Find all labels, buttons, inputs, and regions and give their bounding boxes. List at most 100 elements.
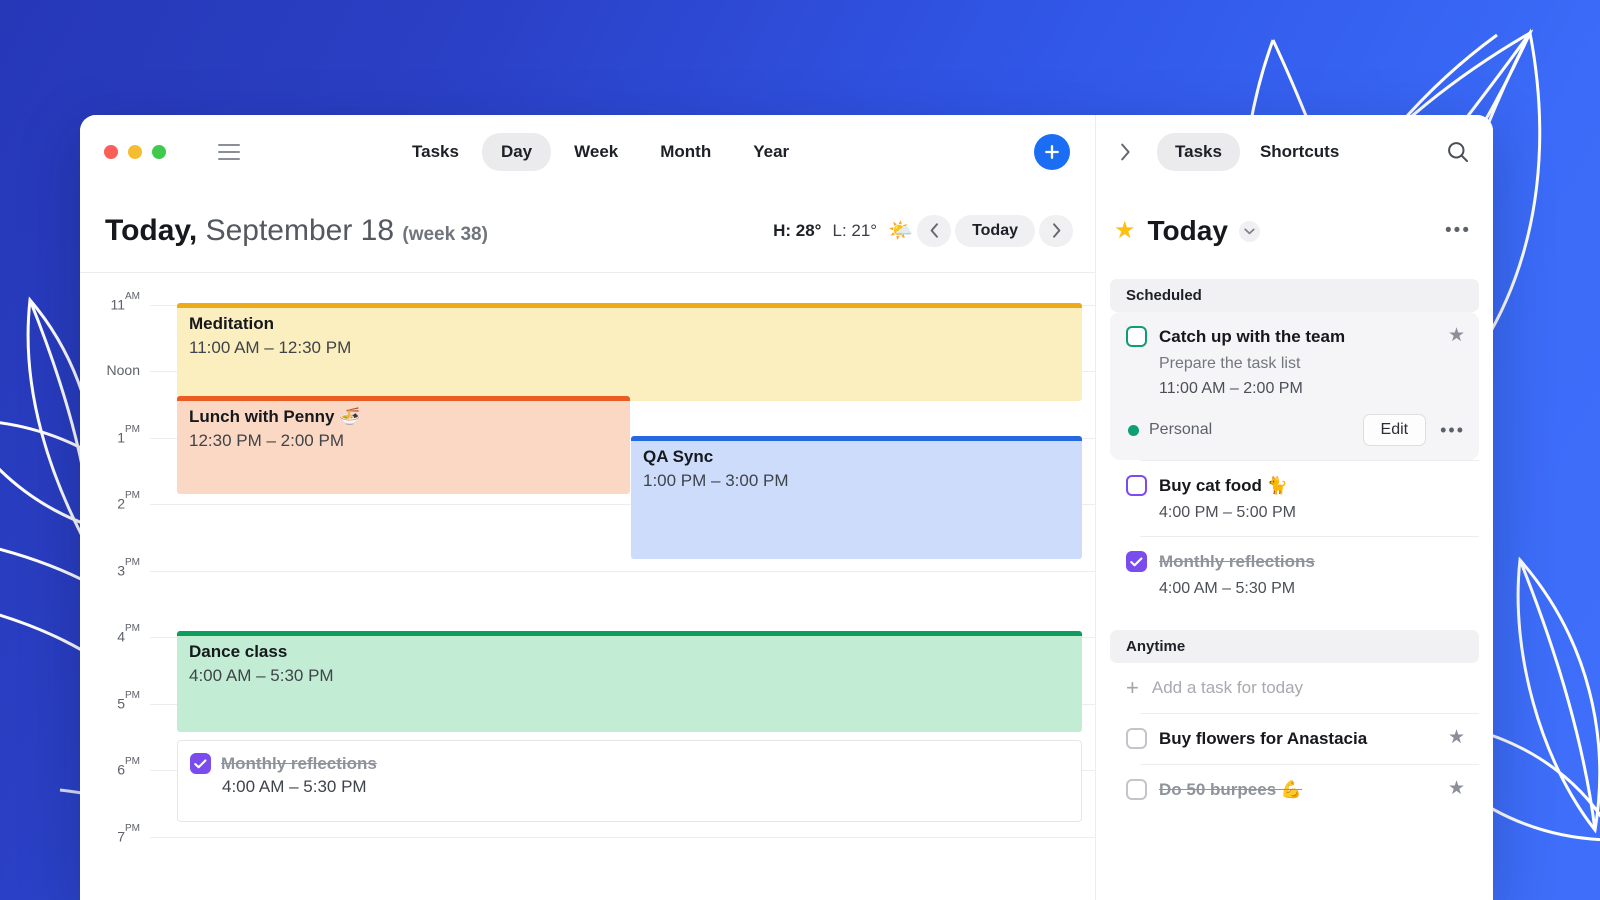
task-title: Buy cat food 🐈 (1159, 476, 1288, 496)
hour-gridline (150, 571, 1095, 572)
chevron-right-icon (1052, 223, 1060, 238)
tab-year[interactable]: Year (734, 133, 808, 171)
plus-icon (1045, 145, 1059, 159)
minimize-window-button[interactable] (128, 145, 142, 159)
hour-gridline (150, 837, 1095, 838)
chevron-down-glyph (1244, 228, 1255, 234)
chevron-right-icon (1121, 143, 1130, 161)
event-title: Dance class (189, 642, 288, 661)
task-title: Monthly reflections (1159, 552, 1315, 572)
task-checkbox[interactable] (1126, 326, 1147, 347)
task-list-item[interactable]: Buy cat food 🐈 4:00 PM – 5:00 PM (1110, 461, 1479, 536)
task-checkbox[interactable] (190, 753, 211, 774)
calendar-pane: Tasks Day Week Month Year Today, Septemb… (80, 115, 1095, 900)
hour-label: 2PM (117, 489, 140, 512)
date-header-row: Today, September 18 (week 38) H: 28° L: … (80, 189, 1095, 273)
hour-label: 6PM (117, 755, 140, 778)
star-toggle[interactable]: ★ (1448, 326, 1465, 345)
tasks-panel-toolbar: Tasks Shortcuts (1096, 115, 1493, 189)
star-toggle[interactable]: ★ (1448, 728, 1465, 747)
calendar-event[interactable]: Dance class 4:00 AM – 5:30 PM (177, 631, 1082, 732)
task-options-menu[interactable]: ••• (1440, 421, 1465, 439)
page-title-date: September 18 (205, 213, 395, 247)
calendar-event[interactable]: Meditation 11:00 AM – 12:30 PM (177, 303, 1082, 401)
hour-label: 1PM (117, 423, 140, 446)
hour-label: 7PM (117, 822, 140, 845)
tab-day[interactable]: Day (481, 133, 552, 171)
next-day-button[interactable] (1039, 214, 1073, 247)
task-section-header: Anytime (1110, 630, 1479, 664)
task-list-header: ★ Today ••• (1096, 189, 1493, 273)
tab-panel-shortcuts[interactable]: Shortcuts (1242, 133, 1357, 171)
task-time-range: 11:00 AM – 2:00 PM (1159, 380, 1303, 398)
hour-label: 11AM (110, 290, 140, 313)
hour-label: 3PM (117, 556, 140, 579)
window-toolbar: Tasks Day Week Month Year (80, 115, 1095, 189)
event-color-bar (177, 303, 1082, 308)
weather-high: H: 28° (773, 220, 822, 240)
add-task-row[interactable]: + Add a task for today (1110, 663, 1479, 713)
calendar-event[interactable]: QA Sync 1:00 PM – 3:00 PM (631, 436, 1082, 559)
task-checkbox[interactable] (1126, 551, 1147, 573)
hamburger-menu-icon[interactable] (218, 144, 240, 160)
star-toggle[interactable]: ★ (1448, 779, 1465, 798)
tab-panel-tasks[interactable]: Tasks (1157, 133, 1240, 171)
event-time-range: 4:00 AM – 5:30 PM (189, 665, 334, 685)
task-list-item[interactable]: Buy flowers for Anastacia ★ (1110, 714, 1479, 764)
search-button[interactable] (1447, 141, 1469, 163)
weather-summary: H: 28° L: 21° 🌤️ (773, 221, 913, 241)
event-color-bar (177, 631, 1082, 636)
chevron-down-icon[interactable] (1238, 220, 1260, 242)
check-icon (194, 758, 207, 768)
collapse-panel-button[interactable] (1120, 143, 1131, 161)
tag-label: Personal (1149, 421, 1213, 439)
task-list-item[interactable]: Monthly reflections 4:00 AM – 5:30 PM (1110, 537, 1479, 612)
task-title: Buy flowers for Anastacia (1159, 729, 1368, 749)
event-title: Meditation (189, 314, 274, 333)
task-checkbox[interactable] (1126, 779, 1147, 801)
view-tab-group: Tasks Day Week Month Year (393, 133, 808, 171)
maximize-window-button[interactable] (152, 145, 166, 159)
task-time-range: 4:00 AM – 5:30 PM (1159, 580, 1296, 598)
task-section-header: Scheduled (1110, 279, 1479, 312)
close-window-button[interactable] (104, 145, 118, 159)
app-window: Tasks Day Week Month Year Today, Septemb… (80, 115, 1493, 900)
calendar-task-block[interactable]: Monthly reflections 4:00 AM – 5:30 PM (177, 740, 1082, 822)
page-title-week: (week 38) (402, 223, 488, 245)
page-title-today: Today, (105, 213, 198, 247)
add-task-placeholder: Add a task for today (1151, 678, 1304, 698)
task-title: Monthly reflections (221, 753, 377, 773)
calendar-event[interactable]: Lunch with Penny 🍜 12:30 PM – 2:00 PM (177, 396, 630, 494)
event-title: QA Sync (643, 447, 714, 466)
sun-behind-cloud-icon: 🌤️ (888, 219, 913, 242)
previous-day-button[interactable] (917, 214, 952, 247)
desktop-background: Tasks Day Week Month Year Today, Septemb… (0, 0, 1600, 900)
check-icon (1130, 557, 1143, 567)
task-checkbox[interactable] (1126, 475, 1147, 497)
task-checkbox[interactable] (1126, 728, 1147, 750)
tag-color-dot (1128, 424, 1139, 436)
tab-month[interactable]: Month (641, 133, 730, 171)
list-options-menu[interactable]: ••• (1445, 222, 1471, 240)
search-icon (1448, 142, 1468, 162)
event-time-range: 12:30 PM – 2:00 PM (189, 430, 344, 450)
day-time-grid[interactable]: 11AM Noon 1PM 2PM 3PM 4PM 5PM 6PM 7PM Meditation 1… (80, 273, 1095, 900)
tasks-side-panel: Tasks Shortcuts ★ Today ••• Scheduled Ca… (1095, 115, 1493, 900)
edit-task-button[interactable]: Edit (1362, 414, 1427, 447)
event-title: Lunch with Penny 🍜 (189, 407, 361, 426)
tab-tasks[interactable]: Tasks (393, 133, 478, 171)
tab-week[interactable]: Week (555, 133, 637, 171)
plus-icon: + (1126, 675, 1139, 701)
traffic-light-group (104, 145, 166, 159)
today-button[interactable]: Today (955, 214, 1035, 247)
star-filled-icon: ★ (1114, 217, 1136, 244)
task-time-range: 4:00 AM – 5:30 PM (222, 777, 367, 796)
event-color-bar (177, 396, 630, 401)
add-event-button[interactable] (1034, 134, 1070, 170)
tasks-panel-tab-group: Tasks Shortcuts (1157, 133, 1357, 171)
task-title: Do 50 burpees 💪 (1159, 780, 1303, 800)
task-list-item[interactable]: Do 50 burpees 💪 ★ (1110, 765, 1479, 815)
weather-low: L: 21° (832, 220, 878, 240)
task-list-item[interactable]: Catch up with the team Prepare the task l… (1110, 312, 1479, 461)
task-sections-container: Scheduled Catch up with the team Prepare t… (1096, 279, 1493, 815)
